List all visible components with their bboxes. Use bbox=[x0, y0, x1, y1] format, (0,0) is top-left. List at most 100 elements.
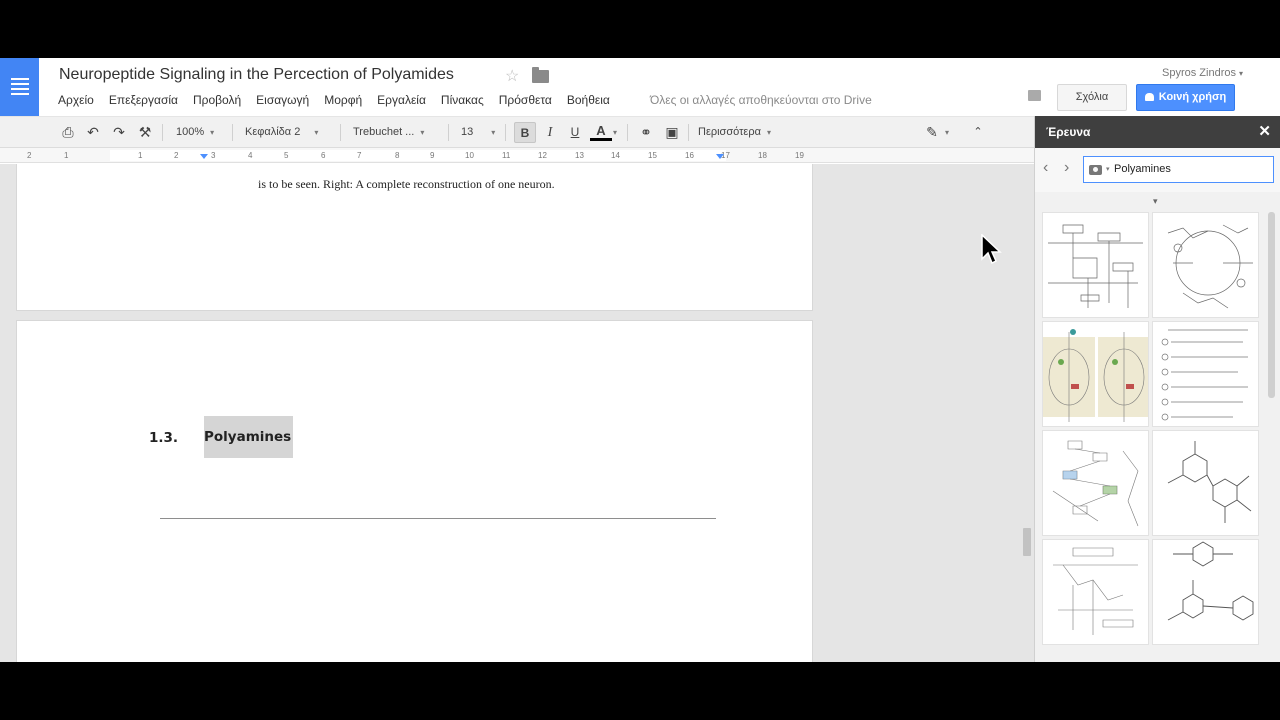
collapse-menus-icon[interactable]: ⌃ bbox=[967, 122, 989, 143]
menu-format[interactable]: Μορφή bbox=[324, 93, 362, 107]
menu-view[interactable]: Προβολή bbox=[193, 93, 241, 107]
font-size-value: 13 bbox=[461, 126, 474, 138]
ruler-tick: 12 bbox=[538, 151, 547, 160]
toolbar-divider bbox=[688, 124, 689, 141]
italic-button[interactable]: I bbox=[539, 122, 561, 143]
more-menu[interactable]: Περισσότερα ▾ bbox=[698, 117, 771, 148]
folder-icon[interactable] bbox=[532, 67, 549, 83]
ruler-tick: 1 bbox=[64, 151, 69, 160]
document-page[interactable] bbox=[17, 321, 812, 662]
menu-edit[interactable]: Επεξεργασία bbox=[109, 93, 178, 107]
chevron-down-icon[interactable]: ▾ bbox=[945, 117, 949, 148]
save-status[interactable]: Όλες οι αλλαγές αποθηκεύονται στο Drive bbox=[650, 93, 872, 107]
ruler-tick: 16 bbox=[685, 151, 694, 160]
research-search-input[interactable]: Polyamines bbox=[1083, 156, 1274, 183]
app-window: Neuropeptide Signaling in the Percection… bbox=[0, 58, 1280, 662]
ruler-tick: 8 bbox=[395, 151, 400, 160]
user-name-label: Spyros Zindros bbox=[1162, 67, 1236, 79]
chevron-down-icon: ▾ bbox=[420, 128, 425, 137]
research-title: Έρευνα bbox=[1046, 125, 1091, 139]
close-icon[interactable]: ✕ bbox=[1258, 116, 1271, 148]
docs-header: Neuropeptide Signaling in the Percection… bbox=[0, 58, 1280, 116]
font-select[interactable]: Trebuchet ... ▾ bbox=[353, 117, 424, 148]
toolbar-divider bbox=[232, 124, 233, 141]
menu-table[interactable]: Πίνακας bbox=[441, 93, 484, 107]
more-label: Περισσότερα bbox=[698, 126, 761, 138]
image-result[interactable] bbox=[1152, 212, 1259, 318]
ruler-tick: 11 bbox=[502, 151, 511, 160]
menu-file[interactable]: Αρχείο bbox=[58, 93, 94, 107]
image-result[interactable] bbox=[1152, 321, 1259, 427]
section-heading[interactable]: Polyamines bbox=[204, 416, 293, 458]
docs-home-icon[interactable] bbox=[0, 58, 39, 116]
toolbar-divider bbox=[340, 124, 341, 141]
share-label: Κοινή χρήση bbox=[1158, 91, 1227, 103]
chevron-down-icon[interactable]: ▾ bbox=[1106, 165, 1110, 173]
research-scrollbar[interactable] bbox=[1268, 212, 1275, 398]
toolbar-divider bbox=[162, 124, 163, 141]
document-title[interactable]: Neuropeptide Signaling in the Percection… bbox=[59, 66, 454, 84]
document-canvas[interactable] bbox=[0, 164, 1034, 662]
font-size-select[interactable]: 13 ▾ bbox=[461, 117, 495, 148]
right-indent-marker[interactable] bbox=[716, 154, 724, 159]
undo-icon[interactable]: ↶ bbox=[82, 122, 104, 143]
ruler-tick: 2 bbox=[174, 151, 179, 160]
menu-addons[interactable]: Πρόσθετα bbox=[499, 93, 552, 107]
link-icon[interactable]: ⚭ bbox=[635, 122, 657, 143]
ruler-tick: 3 bbox=[211, 151, 216, 160]
font-value: Trebuchet ... bbox=[353, 126, 415, 138]
forward-arrow-icon[interactable]: › bbox=[1064, 159, 1069, 177]
camera-icon[interactable] bbox=[1089, 165, 1102, 175]
zoom-select[interactable]: 100% ▾ bbox=[176, 117, 214, 148]
image-result[interactable] bbox=[1042, 430, 1149, 536]
menu-insert[interactable]: Εισαγωγή bbox=[256, 93, 309, 107]
chevron-down-icon: ▾ bbox=[491, 128, 496, 137]
menu-help[interactable]: Βοήθεια bbox=[567, 93, 610, 107]
ruler-tick: 2 bbox=[27, 151, 32, 160]
ruler-tick: 19 bbox=[795, 151, 804, 160]
ruler[interactable]: 2 1 1 2 3 4 5 6 7 8 9 10 11 12 13 14 15 … bbox=[0, 148, 1034, 163]
share-button[interactable]: Κοινή χρήση bbox=[1136, 84, 1235, 111]
paint-format-icon[interactable]: ⚒ bbox=[134, 122, 156, 143]
star-icon[interactable]: ☆ bbox=[505, 66, 519, 86]
image-result[interactable] bbox=[1042, 212, 1149, 318]
toolbar-divider bbox=[627, 124, 628, 141]
section-number[interactable]: 1.3. bbox=[149, 430, 178, 446]
image-result[interactable] bbox=[1152, 430, 1259, 536]
indent-marker[interactable] bbox=[200, 154, 208, 159]
research-search-bar: ‹ › Polyamines ▾ bbox=[1035, 148, 1280, 192]
ruler-tick: 7 bbox=[357, 151, 362, 160]
image-result[interactable] bbox=[1042, 539, 1149, 645]
comment-icon[interactable]: ▣ bbox=[661, 122, 683, 143]
user-account[interactable]: Spyros Zindros ▾ bbox=[1162, 67, 1243, 79]
horizontal-rule bbox=[160, 518, 716, 519]
research-panel: Έρευνα ✕ ‹ › Polyamines ▾ ▾ bbox=[1034, 116, 1280, 662]
comments-button[interactable]: Σχόλια bbox=[1057, 84, 1127, 111]
pencil-icon[interactable]: ✎ bbox=[921, 122, 943, 143]
image-results-grid bbox=[1042, 212, 1260, 662]
image-result[interactable] bbox=[1152, 539, 1259, 645]
ruler-tick: 1 bbox=[138, 151, 143, 160]
mouse-cursor-icon bbox=[980, 233, 1002, 271]
chevron-down-icon[interactable]: ▾ bbox=[1153, 196, 1158, 207]
text-color-button[interactable]: A bbox=[590, 122, 612, 141]
figure-caption[interactable]: is to be seen. Right: A complete reconst… bbox=[258, 177, 555, 192]
chevron-down-icon[interactable]: ▾ bbox=[613, 117, 617, 148]
chevron-down-icon: ▾ bbox=[1239, 69, 1244, 78]
back-arrow-icon[interactable]: ‹ bbox=[1043, 159, 1048, 177]
print-icon[interactable]: ⎙ bbox=[57, 122, 79, 143]
underline-button[interactable]: U bbox=[564, 122, 586, 143]
ruler-tick: 6 bbox=[321, 151, 326, 160]
style-select[interactable]: Κεφαλίδα 2 ▾ bbox=[245, 117, 318, 148]
image-result[interactable] bbox=[1042, 321, 1149, 427]
style-value: Κεφαλίδα 2 bbox=[245, 126, 301, 138]
toolbar-divider bbox=[448, 124, 449, 141]
ruler-tick: 10 bbox=[465, 151, 474, 160]
toolbar-divider bbox=[505, 124, 506, 141]
bold-button[interactable]: B bbox=[514, 122, 536, 143]
chat-icon[interactable] bbox=[1028, 90, 1041, 101]
redo-icon[interactable]: ↷ bbox=[108, 122, 130, 143]
document-scrollbar[interactable] bbox=[1023, 528, 1031, 556]
menu-tools[interactable]: Εργαλεία bbox=[377, 93, 426, 107]
menu-bar: Αρχείο Επεξεργασία Προβολή Εισαγωγή Μορφ… bbox=[58, 93, 625, 107]
